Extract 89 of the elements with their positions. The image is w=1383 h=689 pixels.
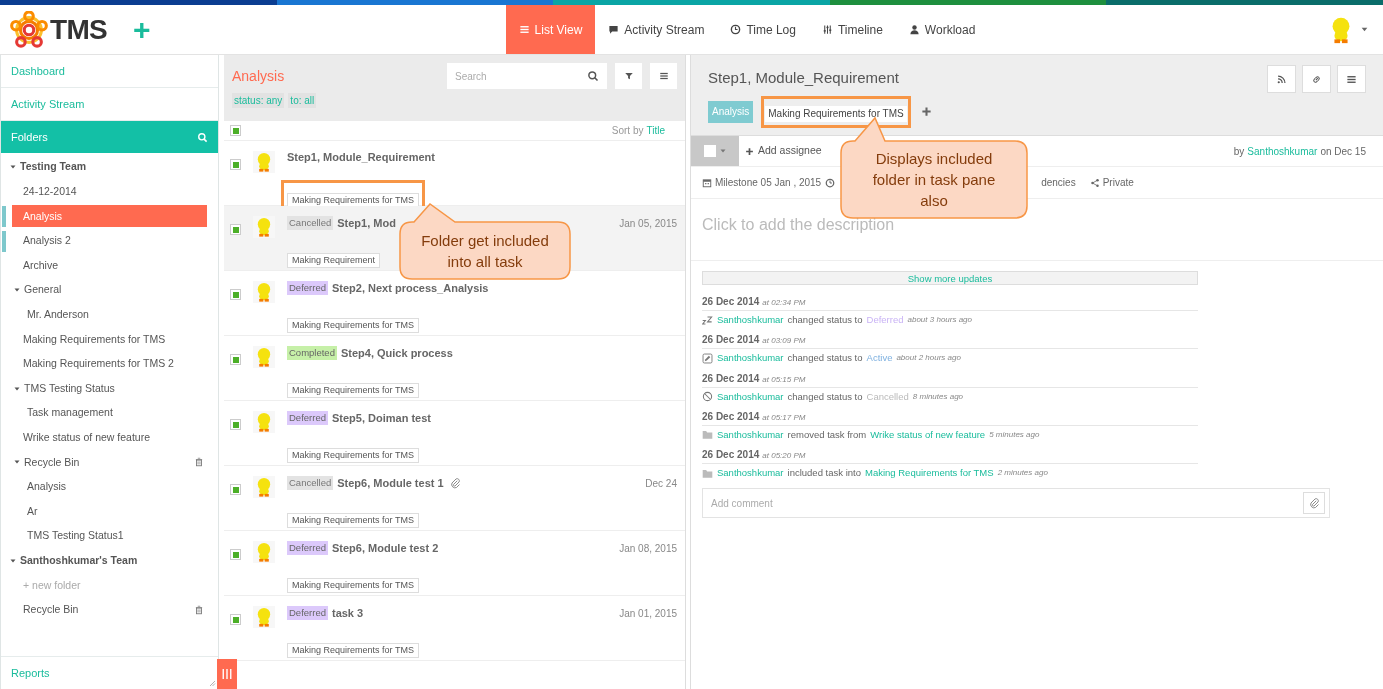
update-time: at 03:09 PM xyxy=(762,335,806,348)
callout-text: Displays included folder in task pane also xyxy=(871,149,997,211)
task-row[interactable]: Deferred Step5, Doiman test Making Requirements for TMS xyxy=(224,401,685,466)
folder-item[interactable]: TMS Testing Status1 xyxy=(1,525,218,548)
folder-item[interactable]: Analysis 2 xyxy=(1,230,218,253)
task-title: Step6, Module test 2 xyxy=(331,540,439,556)
task-row[interactable]: Cancelled Step6, Module test 1 Dec 24 Making Requirements for TMS xyxy=(224,466,685,531)
task-title: Step1, Mod xyxy=(337,215,396,231)
by-label: by xyxy=(1233,144,1245,159)
add-assignee-button[interactable]: Add assignee xyxy=(745,143,822,159)
update-date: 26 Dec 2014 xyxy=(702,371,760,386)
status-text: Cancelled xyxy=(866,389,909,404)
update-date: 26 Dec 2014 xyxy=(702,409,760,424)
update-action: removed task from xyxy=(787,427,867,442)
folder-item[interactable]: Mr. Anderson xyxy=(1,303,218,326)
meta-text[interactable]: Private xyxy=(1102,175,1134,190)
folder-item[interactable]: Wrike status of new feature xyxy=(1,426,218,449)
team-header[interactable]: Santhoshkumar's Team xyxy=(1,549,218,572)
task-row[interactable]: Deferred task 3 Jan 01, 2015 Making Requirements for TMS xyxy=(224,596,685,661)
folder-tag[interactable]: Making Requirements for TMS xyxy=(287,578,419,593)
folder-item[interactable]: Analysis xyxy=(1,476,218,498)
task-date: Jan 08, 2015 xyxy=(619,541,677,556)
task-row[interactable]: Completed Step4, Quick process Making Requirements for TMS xyxy=(224,336,685,401)
task-title: Step6, Module test 1 xyxy=(337,475,444,491)
task-title: Step2, Next process_Analysis xyxy=(331,280,489,296)
folder-tag[interactable]: Making Requirements for TMS xyxy=(765,105,907,122)
task-title: Step1, Module_Requirement xyxy=(287,150,435,165)
folder-item[interactable]: Archive xyxy=(1,254,218,277)
meta-text[interactable]: Milestone 05 Jan , 2015 xyxy=(715,175,822,190)
status-badge: Cancelled xyxy=(287,215,334,231)
folder-item[interactable]: Recycle Bin xyxy=(1,451,218,474)
folder-item[interactable]: Recycle Bin xyxy=(1,599,218,621)
folders-title: Folders xyxy=(11,129,48,145)
folder-tag[interactable]: Making Requirements for TMS xyxy=(287,643,419,658)
update-ago: 5 minutes ago xyxy=(989,428,1040,441)
status-text: Active xyxy=(866,351,893,366)
update-date: 26 Dec 2014 xyxy=(702,295,760,309)
update-ago: 2 minutes ago xyxy=(997,467,1048,480)
update-ago: 8 minutes ago xyxy=(912,390,964,403)
date-label: on Dec 15 xyxy=(1320,144,1366,159)
update-action: changed status to xyxy=(787,389,863,404)
sort-label: Sort by xyxy=(611,124,644,138)
folder-item[interactable]: Task management xyxy=(1,402,218,425)
nav-tab[interactable]: Activity Stream xyxy=(595,5,718,54)
status-badge: Deferred xyxy=(287,280,328,296)
task-title: Step5, Doiman test xyxy=(331,410,431,426)
status-badge: Deferred xyxy=(287,605,328,621)
task-title: Step1, Module_Requirement xyxy=(708,68,899,88)
team-header[interactable]: Testing Team xyxy=(1,156,218,179)
folder-tag[interactable]: Making Requirements for TMS xyxy=(287,383,419,398)
task-date: Jan 01, 2015 xyxy=(619,606,677,621)
logo-text: TMS xyxy=(50,12,107,47)
update-time: at 05:15 PM xyxy=(762,373,806,386)
status-badge: Deferred xyxy=(287,540,328,556)
update-date: 26 Dec 2014 xyxy=(702,333,760,348)
folder-item[interactable]: Making Requirements for TMS xyxy=(1,328,218,351)
folder-tag[interactable]: Making Requirement xyxy=(287,253,381,268)
update-date: 26 Dec 2014 xyxy=(702,448,760,462)
folder-tag[interactable]: Making Requirements for TMS xyxy=(287,448,419,463)
update-time: at 05:17 PM xyxy=(762,411,806,424)
folder-item[interactable]: Ar xyxy=(1,500,218,523)
status-badge: Cancelled xyxy=(287,475,334,491)
folder-item[interactable]: General xyxy=(1,279,218,302)
folder-item[interactable]: TMS Testing Status xyxy=(1,377,218,400)
task-date: Jan 05, 2015 xyxy=(619,216,677,231)
meta-text[interactable]: dencies xyxy=(1041,175,1076,190)
update-action: changed status to xyxy=(787,313,863,327)
folder-item[interactable]: 24-12-2014 xyxy=(1,180,218,203)
task-title: task 3 xyxy=(331,605,364,621)
update-action: changed status to xyxy=(787,351,863,366)
update-ago: about 3 hours ago xyxy=(907,314,972,327)
update-action: included task into xyxy=(787,466,861,480)
status-text: Deferred xyxy=(866,313,904,327)
nav-tab[interactable]: Time Log xyxy=(717,5,809,54)
task-row[interactable]: Deferred Step6, Module test 2 Jan 08, 2015 Making Requirements for TMS xyxy=(224,531,685,596)
status-badge: Deferred xyxy=(287,410,328,426)
folder-tag[interactable]: Making Requirements for TMS xyxy=(287,318,419,333)
update-time: at 05:20 PM xyxy=(762,450,806,462)
folder-tag[interactable]: Making Requirements for TMS xyxy=(287,513,419,528)
update-ago: about 2 hours ago xyxy=(896,352,961,365)
list-title: Analysis xyxy=(232,66,285,86)
task-date: Dec 24 xyxy=(645,476,677,491)
update-time: at 02:34 PM xyxy=(762,297,806,309)
nav-tab[interactable]: Timeline xyxy=(808,5,896,54)
callout-text: Folder get included into all task xyxy=(420,230,550,272)
folder-item[interactable]: Making Requirements for TMS 2 xyxy=(1,353,218,376)
status-badge: Completed xyxy=(287,345,337,361)
nav-tab[interactable]: Workload xyxy=(895,5,989,54)
task-title: Step4, Quick process xyxy=(340,345,453,361)
